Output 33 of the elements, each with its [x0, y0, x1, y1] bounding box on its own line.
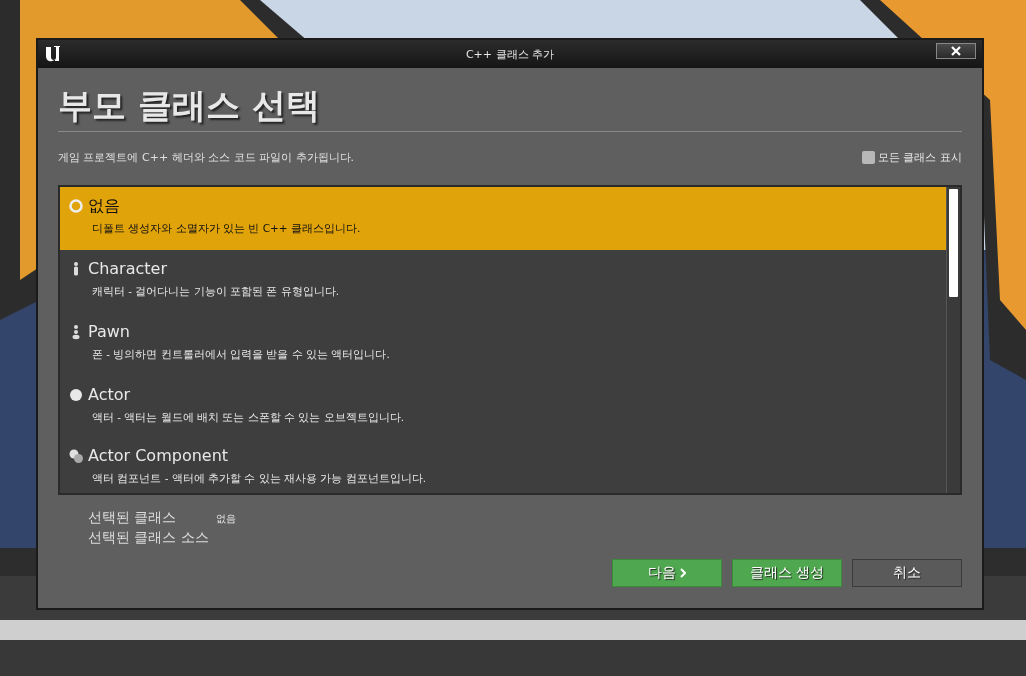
- scrollbar-thumb[interactable]: [949, 189, 958, 297]
- class-item[interactable]: 없음 디폴트 생성자와 소멸자가 있는 빈 C++ 클래스입니다.: [60, 187, 946, 250]
- ring-icon: [68, 198, 84, 214]
- page-heading: 부모 클래스 선택: [58, 84, 320, 127]
- class-description: 폰 - 빙의하면 컨트롤러에서 입력을 받을 수 있는 액터입니다.: [92, 348, 391, 362]
- close-button[interactable]: [936, 43, 976, 59]
- sphere-icon: [68, 387, 84, 403]
- class-description: 캐릭터 - 걸어다니는 기능이 포함된 폰 유형입니다.: [92, 285, 341, 299]
- logo-icon: [43, 44, 63, 64]
- class-item[interactable]: Actor Component 액터 컴포넌트 - 액터에 추가할 수 있는 재사용 가능 컴포넌트입니다.: [60, 439, 946, 489]
- description-text: 게임 프로젝트에 C++ 헤더와 소스 코드 파일이 추가됩니다.: [58, 150, 355, 165]
- selected-class-value: 없음: [216, 512, 237, 526]
- selected-source-label: 선택된 클래스 소스: [88, 528, 210, 547]
- class-name: Actor Component: [88, 445, 229, 467]
- class-description: 액터 컴포넌트 - 액터에 추가할 수 있는 재사용 가능 컴포넌트입니다.: [92, 472, 428, 486]
- chevron-icon: [680, 568, 686, 578]
- scrollbar[interactable]: [946, 187, 960, 493]
- class-name: 없음: [88, 195, 120, 217]
- class-description: 액터 - 액터는 월드에 배치 또는 스폰할 수 있는 오브젝트입니다.: [92, 411, 406, 425]
- class-description: 디폴트 생성자와 소멸자가 있는 빈 C++ 클래스입니다.: [92, 222, 362, 236]
- class-item[interactable]: Actor 액터 - 액터는 월드에 배치 또는 스폰할 수 있는 오브젝트입니다.: [60, 376, 946, 439]
- class-name: Actor: [88, 384, 131, 406]
- class-item[interactable]: Pawn 폰 - 빙의하면 컨트롤러에서 입력을 받을 수 있는 액터입니다.: [60, 313, 946, 376]
- selected-class-label: 선택된 클래스: [88, 508, 177, 527]
- window-title: C++ 클래스 추가: [465, 46, 555, 62]
- class-name: Character: [88, 258, 167, 280]
- dialog-button[interactable]: 취소: [852, 559, 962, 587]
- spheres-icon: [68, 448, 84, 464]
- class-item[interactable]: Character 캐릭터 - 걸어다니는 기능이 포함된 폰 유형입니다.: [60, 250, 946, 313]
- checkbox[interactable]: [862, 151, 875, 164]
- checkbox-label: 모든 클래스 표시: [878, 150, 962, 165]
- class-name: Pawn: [88, 321, 130, 343]
- close-icon: [950, 46, 962, 56]
